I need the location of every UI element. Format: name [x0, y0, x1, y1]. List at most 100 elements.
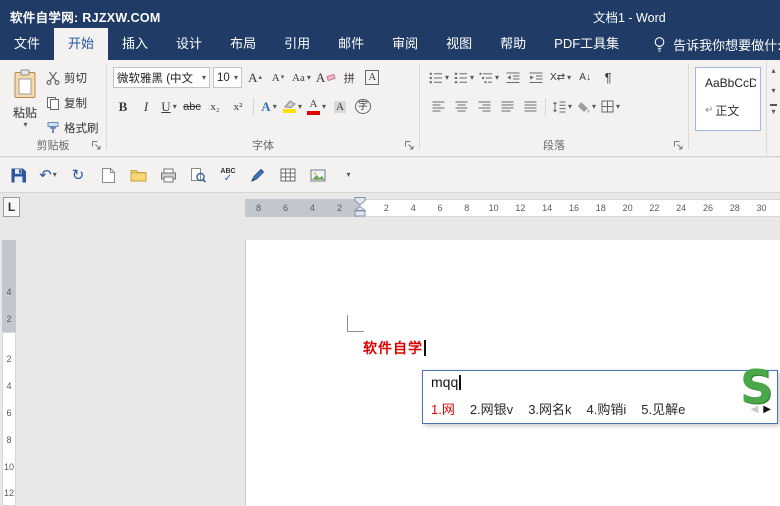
print-preview-icon [190, 167, 206, 183]
folder-icon [130, 168, 147, 182]
ime-candidate[interactable]: 4.购销i [587, 399, 627, 418]
numbering-button[interactable]: ▾ [453, 67, 475, 88]
ruler-number: 28 [729, 203, 740, 213]
paragraph-dialog-launcher[interactable] [673, 140, 684, 151]
clear-formatting-button[interactable]: A [315, 67, 336, 88]
decrease-indent-button[interactable] [503, 67, 523, 88]
pen-tool-button[interactable] [248, 165, 268, 185]
character-shading-glyph: A [334, 100, 346, 113]
ruler-number: 2 [6, 313, 12, 324]
underline-button[interactable]: U ▾ [159, 96, 179, 117]
format-painter-button[interactable]: 格式刷 [46, 120, 99, 136]
gallery-up-button[interactable]: ▴ [767, 60, 780, 80]
align-right-button[interactable] [474, 96, 494, 117]
qat-customize-button[interactable]: ▾ [338, 165, 358, 185]
title-bar: 软件自学网: RJZXW.COM 文档1 - Word [0, 0, 780, 28]
grow-font-button[interactable]: A ▴ [245, 67, 265, 88]
ribbon-tab[interactable]: 引用 [270, 28, 324, 60]
save-button[interactable] [8, 165, 28, 185]
clipboard-dialog-launcher[interactable] [91, 140, 102, 151]
asian-layout-button[interactable]: X⇄ ▾ [549, 67, 572, 88]
increase-indent-button[interactable] [526, 67, 546, 88]
text-effects-button[interactable]: A ▾ [259, 96, 279, 117]
ribbon-tab[interactable]: 布局 [216, 28, 270, 60]
enclose-characters-button[interactable]: 字 [353, 96, 373, 117]
format-painter-label: 格式刷 [64, 123, 99, 135]
font-dialog-launcher[interactable] [404, 140, 415, 151]
paste-label: 粘贴 [12, 106, 37, 120]
line-spacing-button[interactable]: ▾ [551, 96, 573, 117]
open-button[interactable] [128, 165, 148, 185]
ruler-number: 4 [6, 381, 12, 392]
align-center-button[interactable] [451, 96, 471, 117]
copy-button[interactable]: 复制 [46, 95, 99, 111]
paste-button[interactable]: 粘贴 ▾ [5, 65, 45, 129]
ime-logo[interactable]: S [740, 360, 773, 414]
change-case-button[interactable]: Aa ▾ [291, 67, 312, 88]
insert-table-button[interactable] [278, 165, 298, 185]
font-size-combo[interactable]: 10 ▾ [213, 67, 243, 88]
style-card-normal[interactable]: AaBbCcDdt ↵ 正文 [695, 67, 761, 131]
highlight-color-button[interactable]: ▾ [282, 96, 303, 117]
ribbon-tab[interactable]: 文件 [0, 28, 54, 60]
caret-down-icon: ▾ [568, 101, 573, 111]
ribbon-tab[interactable]: 设计 [162, 28, 216, 60]
shrink-font-button[interactable]: A ▾ [268, 67, 288, 88]
distribute-button[interactable] [520, 96, 540, 117]
spelling-grammar-button[interactable]: ABC ✓ [218, 165, 238, 185]
ribbon-tab[interactable]: 视图 [432, 28, 486, 60]
ribbon-tab[interactable]: 帮助 [486, 28, 540, 60]
indent-marker[interactable] [354, 197, 366, 218]
ribbon-tab[interactable]: PDF工具集 [540, 28, 633, 60]
font-name-combo[interactable]: 微软雅黑 (中文 ▾ [113, 67, 211, 88]
cut-button[interactable]: 剪切 [46, 70, 99, 86]
insert-picture-button[interactable] [308, 165, 328, 185]
ribbon-tab-bar: 文件 开始 插入 设计 布局 引用 邮件 审阅 视图 帮助 PDF工具集 告诉我你想要做什么 [0, 28, 780, 60]
gallery-down-button[interactable]: ▾ [767, 80, 780, 100]
superscript-button[interactable]: x² [228, 96, 248, 117]
borders-button[interactable]: ▾ [600, 96, 621, 117]
character-shading-button[interactable]: A [330, 96, 350, 117]
ribbon-tab[interactable]: 邮件 [324, 28, 378, 60]
font-color-button[interactable]: A ▾ [306, 96, 327, 117]
italic-button[interactable]: I [136, 96, 156, 117]
strikethrough-glyph: abc [183, 100, 201, 113]
multilevel-list-button[interactable]: ▾ [478, 67, 500, 88]
ribbon-tab[interactable]: 审阅 [378, 28, 432, 60]
bullets-button[interactable]: ▾ [428, 67, 450, 88]
ime-candidate[interactable]: 1.网 [431, 399, 455, 418]
bold-button[interactable]: B [113, 96, 133, 117]
undo-button[interactable]: ↶ ▾ [38, 165, 58, 185]
ime-candidate[interactable]: 3.网名k [528, 399, 571, 418]
sort-button[interactable]: A↓ [575, 67, 595, 88]
character-border-glyph: A [365, 70, 380, 85]
gallery-more-button[interactable]: ▾ [767, 100, 780, 120]
grow-font-glyph: A [248, 69, 258, 85]
ime-candidate[interactable]: 5.见解e [641, 399, 685, 418]
ribbon-tab[interactable]: 开始 [54, 28, 109, 60]
redo-button[interactable]: ↻ [68, 165, 88, 185]
print-preview-button[interactable] [188, 165, 208, 185]
show-marks-button[interactable]: ¶ [598, 67, 618, 88]
phonetic-guide-button[interactable]: 拼 [339, 67, 359, 88]
tell-me-box[interactable]: 告诉我你想要做什么 [653, 28, 780, 60]
subscript-button[interactable]: x₂ [205, 96, 225, 117]
new-document-button[interactable] [98, 165, 118, 185]
borders-grid-icon [601, 100, 614, 113]
highlight-pen-icon [283, 100, 296, 113]
ribbon: 粘贴 ▾ 剪切 复制 格式刷 剪贴板 微软雅黑 (中文 ▾ 10 ▾ A ▴ A… [0, 60, 780, 157]
character-border-button[interactable]: A [362, 67, 382, 88]
align-left-button[interactable] [428, 96, 448, 117]
strikethrough-button[interactable]: abc [182, 96, 202, 117]
eraser-icon [326, 73, 336, 82]
justify-button[interactable] [497, 96, 517, 117]
caret-down-icon: ▾ [202, 72, 207, 82]
shading-button[interactable]: ▾ [576, 96, 597, 117]
ime-candidate[interactable]: 2.网银v [470, 399, 513, 418]
tab-stop-selector[interactable]: L [3, 197, 20, 217]
chevron-up-icon: ▴ [771, 65, 776, 75]
down-mark-icon: ▾ [280, 74, 285, 81]
asian-layout-glyph: X⇄ [550, 72, 566, 83]
ribbon-tab[interactable]: 插入 [108, 28, 162, 60]
quick-print-button[interactable] [158, 165, 178, 185]
